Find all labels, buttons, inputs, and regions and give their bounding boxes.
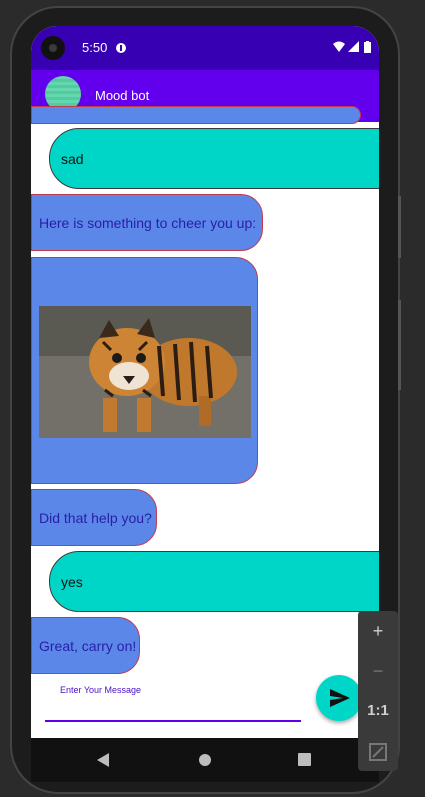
fit-screen-button[interactable] xyxy=(358,731,398,771)
bot-message: Did that help you? xyxy=(31,489,157,546)
tiger-cub-image xyxy=(39,306,251,438)
app-title: Mood bot xyxy=(95,88,150,103)
send-button[interactable] xyxy=(316,675,362,721)
volume-button xyxy=(398,300,401,390)
power-button xyxy=(398,196,401,258)
zoom-in-button[interactable]: + xyxy=(358,611,398,651)
wifi-icon xyxy=(333,41,345,52)
status-time: 5:50 xyxy=(82,40,108,55)
recents-icon[interactable] xyxy=(298,753,311,766)
bot-message: Great, carry on! xyxy=(31,617,140,674)
zoom-ratio-button[interactable]: 1:1 xyxy=(358,691,398,731)
bot-message: Here is something to cheer you up: xyxy=(31,194,263,251)
send-icon xyxy=(330,689,350,707)
message-text: yes xyxy=(61,573,83,590)
message-bubble-partial xyxy=(31,106,361,124)
chat-list[interactable]: sad Here is something to cheer you up: D… xyxy=(31,106,379,738)
screen: 5:50 Mood bot sad Here is something to c… xyxy=(31,26,379,738)
back-icon[interactable] xyxy=(97,753,111,767)
user-message: sad xyxy=(49,128,379,189)
message-text: Great, carry on! xyxy=(39,637,137,654)
status-bar: 5:50 xyxy=(31,26,379,70)
message-input-underline xyxy=(45,720,301,722)
message-text: sad xyxy=(61,150,84,167)
zoom-controls: + − 1:1 xyxy=(358,611,398,771)
signal-icon xyxy=(348,41,359,52)
navigation-bar xyxy=(31,738,379,782)
bot-image-message xyxy=(31,257,258,484)
sync-icon xyxy=(116,43,126,53)
fit-screen-icon xyxy=(369,743,387,762)
battery-icon xyxy=(364,41,371,53)
home-icon[interactable] xyxy=(198,753,212,767)
user-message: yes xyxy=(49,551,379,612)
message-text: Here is something to cheer you up: xyxy=(39,214,257,231)
front-camera xyxy=(41,36,65,60)
message-text: Did that help you? xyxy=(39,509,152,526)
message-input[interactable]: Enter Your Message xyxy=(60,685,141,695)
zoom-out-button[interactable]: − xyxy=(358,651,398,691)
